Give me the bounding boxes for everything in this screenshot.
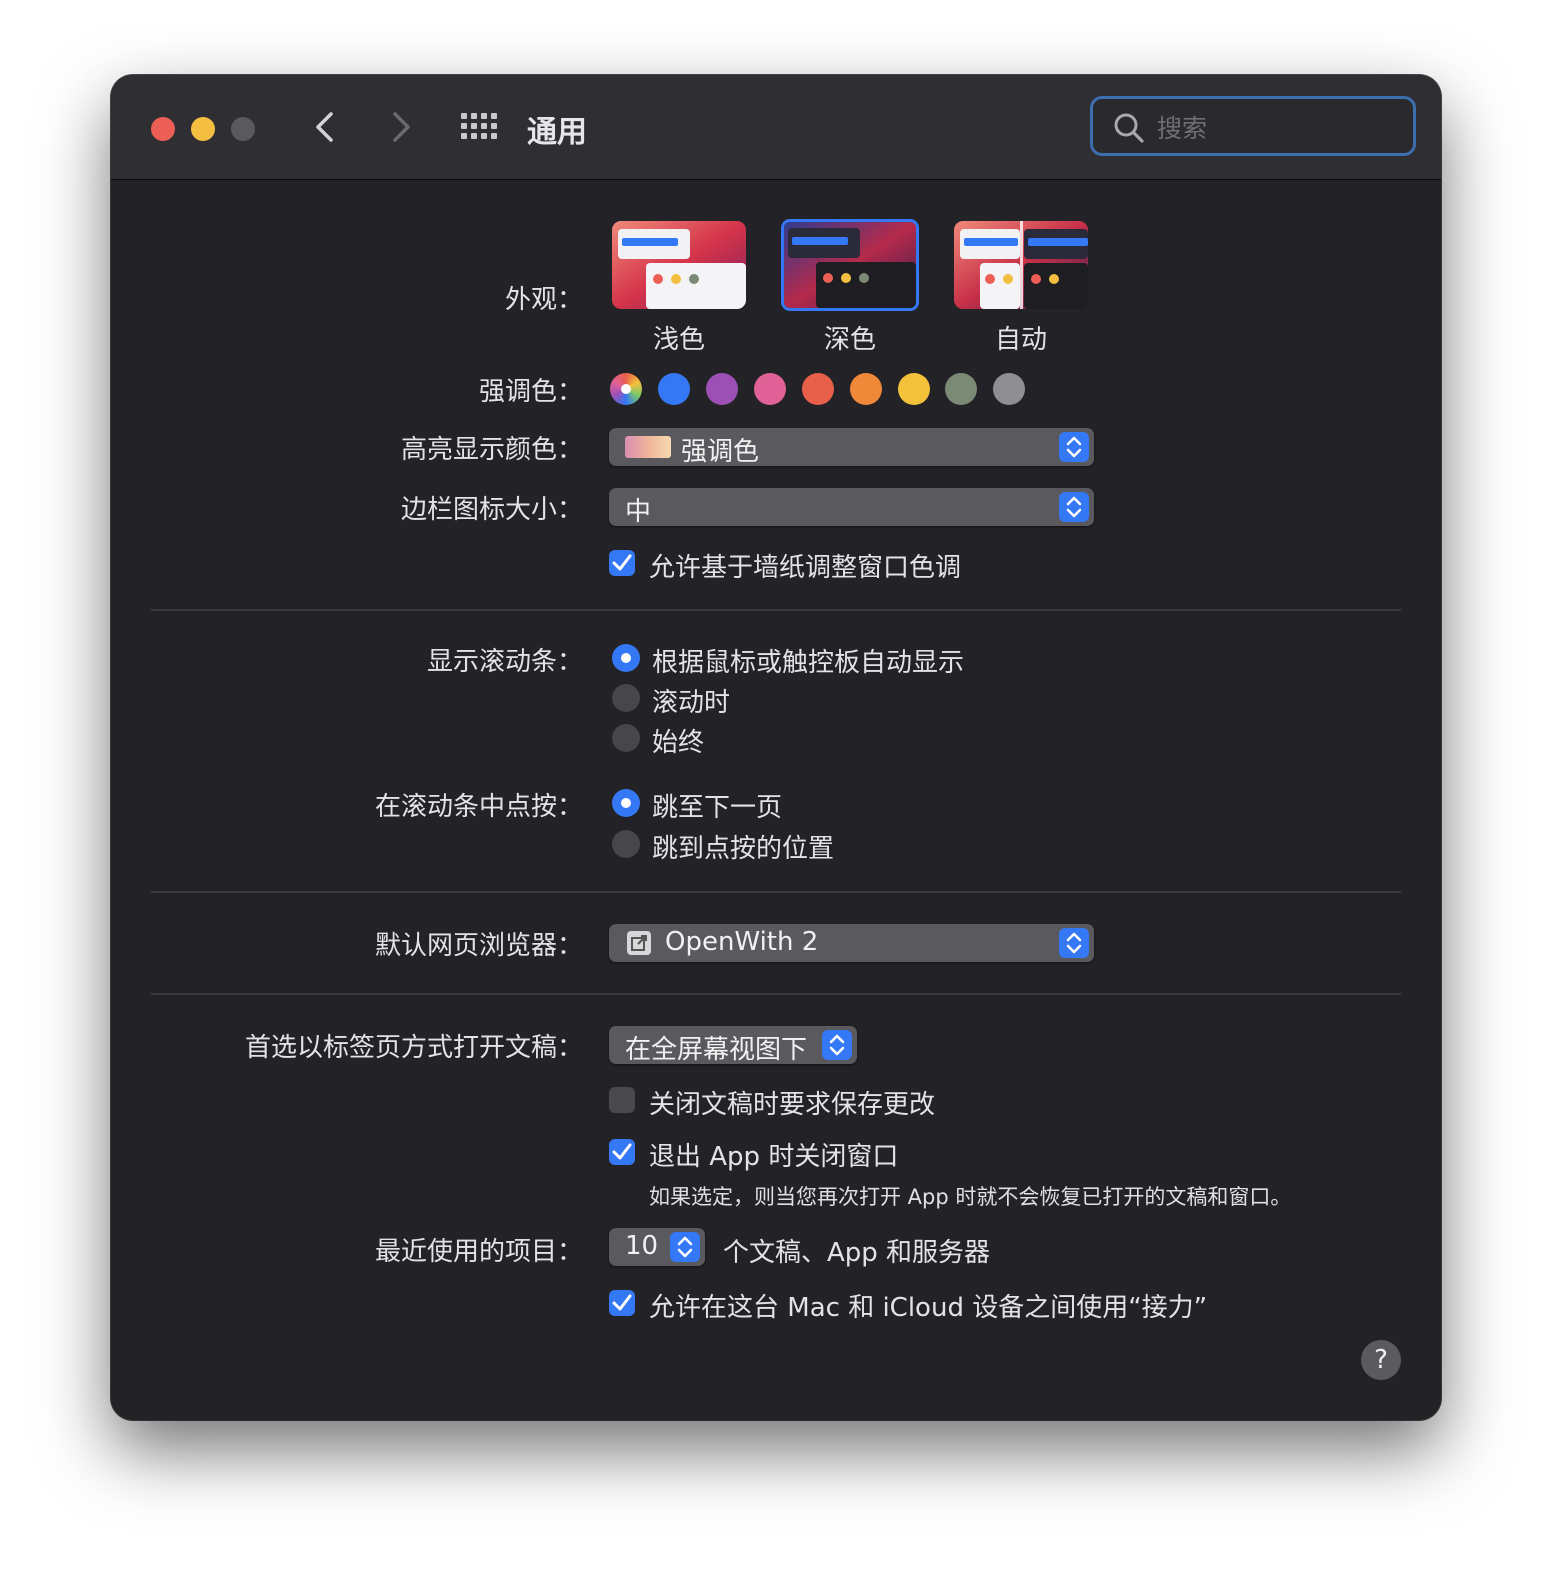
accent-swatch-pink[interactable] — [754, 373, 786, 405]
checkmark-icon — [612, 554, 632, 571]
sidebar-icon-size-value: 中 — [625, 497, 652, 527]
openwith-app-icon — [627, 931, 651, 955]
checkmark-icon — [612, 1143, 632, 1160]
forward-button[interactable] — [379, 107, 419, 147]
preferences-window: 通用 外观： 浅色 — [111, 75, 1441, 1420]
handoff-checkbox[interactable] — [609, 1290, 635, 1316]
accent-swatch-yellow[interactable] — [898, 373, 930, 405]
search-icon — [1114, 113, 1144, 143]
scroll-click-spot-radio[interactable] — [612, 830, 640, 858]
accent-swatch-purple[interactable] — [706, 373, 738, 405]
up-down-chevron-icon — [829, 1034, 845, 1056]
wallpaper-tint-label: 允许基于墙纸调整窗口色调 — [649, 553, 962, 583]
appearance-auto-thumbnail[interactable] — [954, 221, 1088, 309]
recent-items-suffix: 个文稿、App 和服务器 — [723, 1238, 991, 1268]
scrollbars-when-scrolling-radio[interactable] — [612, 684, 640, 712]
accent-swatch-graphite[interactable] — [993, 373, 1025, 405]
accent-swatch-red[interactable] — [802, 373, 834, 405]
divider — [151, 993, 1401, 995]
minimize-window-button[interactable] — [191, 117, 215, 141]
back-button[interactable] — [307, 107, 347, 147]
close-windows-checkbox[interactable] — [609, 1139, 635, 1165]
scroll-click-next-page-label: 跳至下一页 — [652, 793, 783, 823]
highlight-color-label: 高亮显示颜色： — [400, 435, 583, 465]
accent-swatch-orange[interactable] — [850, 373, 882, 405]
wallpaper-tint-checkbox[interactable] — [609, 550, 635, 576]
divider — [151, 891, 1401, 893]
up-down-chevron-icon — [677, 1236, 693, 1258]
help-button[interactable]: ? — [1361, 1340, 1401, 1380]
default-browser-popup[interactable]: OpenWith 2 — [609, 924, 1094, 962]
highlight-color-preview — [625, 436, 671, 458]
search-field[interactable] — [1090, 96, 1416, 156]
accent-swatch-green[interactable] — [945, 373, 977, 405]
scrollbars-always-label: 始终 — [652, 728, 705, 758]
close-window-button[interactable] — [151, 117, 175, 141]
prefer-tabs-popup[interactable]: 在全屏幕视图下 — [609, 1026, 857, 1065]
sidebar-icon-size-popup[interactable]: 中 — [609, 488, 1094, 527]
ask-save-label: 关闭文稿时要求保存更改 — [649, 1090, 936, 1120]
up-down-chevron-icon — [1066, 436, 1082, 458]
scroll-click-next-page-radio[interactable] — [612, 789, 640, 817]
accent-color-label: 强调色： — [478, 377, 583, 407]
prefer-tabs-label: 首选以标签页方式打开文稿： — [244, 1033, 583, 1063]
default-browser-stepper — [1059, 928, 1089, 958]
accent-swatch-multicolor[interactable] — [610, 373, 642, 405]
show-all-grid-icon[interactable] — [461, 113, 499, 141]
up-down-chevron-icon — [1066, 496, 1082, 518]
appearance-auto-label: 自动 — [994, 325, 1047, 355]
search-input[interactable] — [1155, 109, 1399, 147]
scrollbars-auto-label: 根据鼠标或触控板自动显示 — [652, 648, 965, 678]
ask-save-checkbox[interactable] — [609, 1087, 635, 1113]
appearance-label: 外观： — [504, 285, 583, 315]
default-browser-value: OpenWith 2 — [665, 927, 819, 957]
recent-items-label: 最近使用的项目： — [374, 1237, 583, 1267]
recent-items-stepper — [670, 1232, 700, 1262]
scrollbars-always-radio[interactable] — [612, 724, 640, 752]
appearance-light-thumbnail[interactable] — [612, 221, 746, 309]
show-scrollbars-label: 显示滚动条： — [426, 647, 583, 677]
handoff-label: 允许在这台 Mac 和 iCloud 设备之间使用“接力” — [649, 1293, 1208, 1323]
titlebar: 通用 — [111, 75, 1441, 180]
appearance-dark-thumbnail[interactable] — [781, 219, 919, 311]
highlight-color-value: 强调色 — [681, 437, 760, 467]
sidebar-icon-size-stepper — [1059, 492, 1089, 522]
highlight-color-popup[interactable]: 强调色 — [609, 428, 1094, 467]
up-down-chevron-icon — [1066, 932, 1082, 954]
scrollbars-auto-radio[interactable] — [612, 644, 640, 672]
scroll-click-spot-label: 跳到点按的位置 — [652, 834, 835, 864]
sidebar-icon-size-label: 边栏图标大小： — [400, 495, 583, 525]
divider — [151, 609, 1401, 611]
checkmark-icon — [612, 1294, 632, 1311]
chevron-right-icon — [393, 112, 410, 142]
close-windows-note: 如果选定，则当您再次打开 App 时就不会恢复已打开的文稿和窗口。 — [649, 1185, 1292, 1209]
appearance-light-label: 浅色 — [652, 325, 705, 355]
close-windows-label: 退出 App 时关闭窗口 — [649, 1142, 899, 1172]
scroll-click-label: 在滚动条中点按： — [374, 792, 583, 822]
window-title: 通用 — [527, 115, 587, 150]
prefer-tabs-value: 在全屏幕视图下 — [625, 1035, 808, 1065]
accent-swatch-blue[interactable] — [658, 373, 690, 405]
recent-items-popup[interactable]: 10 — [609, 1228, 705, 1266]
chevron-left-icon — [316, 112, 333, 142]
zoom-window-button[interactable] — [231, 117, 255, 141]
appearance-dark-label: 深色 — [823, 325, 876, 355]
highlight-color-stepper — [1059, 432, 1089, 462]
prefer-tabs-stepper — [822, 1030, 852, 1060]
recent-items-value: 10 — [625, 1231, 659, 1261]
scrollbars-when-scrolling-label: 滚动时 — [652, 688, 731, 718]
default-browser-label: 默认网页浏览器： — [374, 931, 583, 961]
